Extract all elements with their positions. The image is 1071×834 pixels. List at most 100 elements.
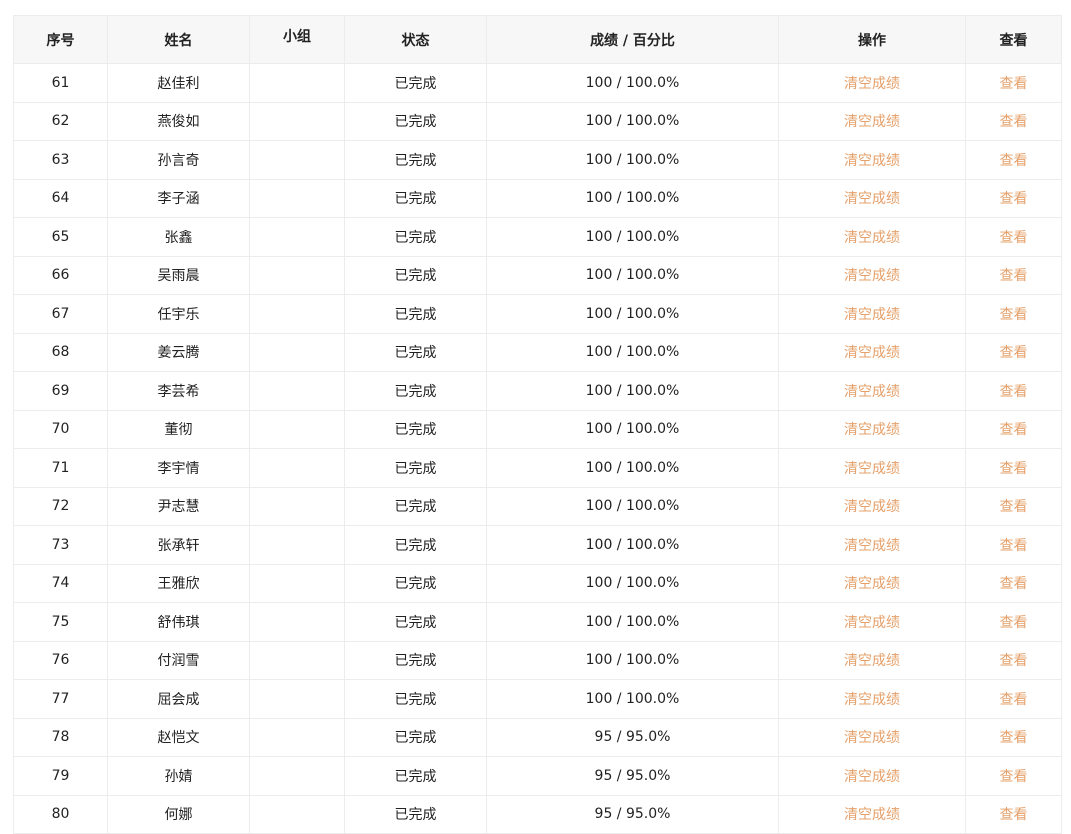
clear-score-button[interactable]: 清空成绩 (844, 692, 900, 708)
view-button[interactable]: 查看 (1000, 191, 1028, 207)
clear-score-button[interactable]: 清空成绩 (844, 807, 900, 823)
view-button-cell[interactable]: 查看 (965, 178, 1062, 218)
clear-score-button-cell[interactable]: 清空成绩 (778, 217, 966, 257)
clear-score-button[interactable]: 清空成绩 (844, 268, 900, 284)
view-button[interactable]: 查看 (1000, 692, 1028, 708)
view-button-cell[interactable]: 查看 (965, 371, 1062, 411)
clear-score-button[interactable]: 清空成绩 (844, 114, 900, 130)
clear-score-button[interactable]: 清空成绩 (844, 538, 900, 554)
row-index-cell: 66 (13, 255, 108, 295)
view-button[interactable]: 查看 (1000, 268, 1028, 284)
clear-score-button-cell[interactable]: 清空成绩 (778, 448, 966, 488)
view-button-cell[interactable]: 查看 (965, 640, 1062, 680)
table-row: 67 任宇乐 已完成 100 / 100.0% 清空成绩 查看 (13, 294, 1062, 334)
clear-score-button-cell[interactable]: 清空成绩 (778, 602, 966, 642)
view-button[interactable]: 查看 (1000, 538, 1028, 554)
view-button-cell[interactable]: 查看 (965, 63, 1062, 103)
row-group-cell (249, 371, 345, 411)
row-score-cell: 95 / 95.0% (486, 794, 779, 834)
view-button[interactable]: 查看 (1000, 461, 1028, 477)
row-status-cell: 已完成 (344, 563, 487, 603)
clear-score-button[interactable]: 清空成绩 (844, 230, 900, 246)
header-group[interactable]: 小组 (249, 15, 345, 64)
view-button[interactable]: 查看 (1000, 769, 1028, 785)
view-button[interactable]: 查看 (1000, 807, 1028, 823)
view-button-cell[interactable]: 查看 (965, 486, 1062, 526)
clear-score-button[interactable]: 清空成绩 (844, 576, 900, 592)
clear-score-button[interactable]: 清空成绩 (844, 191, 900, 207)
clear-score-button[interactable]: 清空成绩 (844, 345, 900, 361)
view-button-cell[interactable]: 查看 (965, 679, 1062, 719)
clear-score-button-cell[interactable]: 清空成绩 (778, 717, 966, 757)
row-score-cell: 100 / 100.0% (486, 332, 779, 372)
clear-score-button[interactable]: 清空成绩 (844, 307, 900, 323)
clear-score-button[interactable]: 清空成绩 (844, 615, 900, 631)
view-button-cell[interactable]: 查看 (965, 217, 1062, 257)
header-status[interactable]: 状态 (344, 15, 487, 64)
view-button-cell[interactable]: 查看 (965, 140, 1062, 180)
clear-score-button-cell[interactable]: 清空成绩 (778, 294, 966, 334)
view-button-cell[interactable]: 查看 (965, 101, 1062, 141)
clear-score-button-cell[interactable]: 清空成绩 (778, 525, 966, 565)
row-status-cell: 已完成 (344, 332, 487, 372)
clear-score-button-cell[interactable]: 清空成绩 (778, 101, 966, 141)
header-name[interactable]: 姓名 (107, 15, 250, 64)
clear-score-button[interactable]: 清空成绩 (844, 384, 900, 400)
clear-score-button-cell[interactable]: 清空成绩 (778, 640, 966, 680)
row-score-cell: 100 / 100.0% (486, 294, 779, 334)
view-button[interactable]: 查看 (1000, 307, 1028, 323)
view-button[interactable]: 查看 (1000, 114, 1028, 130)
view-button-cell[interactable]: 查看 (965, 756, 1062, 796)
clear-score-button-cell[interactable]: 清空成绩 (778, 486, 966, 526)
clear-score-button-cell[interactable]: 清空成绩 (778, 178, 966, 218)
view-button-cell[interactable]: 查看 (965, 294, 1062, 334)
clear-score-button[interactable]: 清空成绩 (844, 730, 900, 746)
view-button-cell[interactable]: 查看 (965, 525, 1062, 565)
row-index-cell: 68 (13, 332, 108, 372)
row-status-cell: 已完成 (344, 294, 487, 334)
clear-score-button[interactable]: 清空成绩 (844, 153, 900, 169)
clear-score-button[interactable]: 清空成绩 (844, 422, 900, 438)
view-button-cell[interactable]: 查看 (965, 602, 1062, 642)
view-button[interactable]: 查看 (1000, 76, 1028, 92)
table-row: 62 燕俊如 已完成 100 / 100.0% 清空成绩 查看 (13, 101, 1062, 141)
view-button-cell[interactable]: 查看 (965, 409, 1062, 449)
clear-score-button-cell[interactable]: 清空成绩 (778, 679, 966, 719)
clear-score-button[interactable]: 清空成绩 (844, 499, 900, 515)
view-button[interactable]: 查看 (1000, 230, 1028, 246)
header-score[interactable]: 成绩 / 百分比 (486, 15, 779, 64)
view-button[interactable]: 查看 (1000, 653, 1028, 669)
view-button[interactable]: 查看 (1000, 615, 1028, 631)
clear-score-button[interactable]: 清空成绩 (844, 769, 900, 785)
view-button[interactable]: 查看 (1000, 499, 1028, 515)
clear-score-button-cell[interactable]: 清空成绩 (778, 332, 966, 372)
row-status-cell: 已完成 (344, 63, 487, 103)
clear-score-button-cell[interactable]: 清空成绩 (778, 756, 966, 796)
view-button[interactable]: 查看 (1000, 576, 1028, 592)
view-button-cell[interactable]: 查看 (965, 717, 1062, 757)
clear-score-button-cell[interactable]: 清空成绩 (778, 140, 966, 180)
row-index-cell: 73 (13, 525, 108, 565)
clear-score-button[interactable]: 清空成绩 (844, 653, 900, 669)
view-button-cell[interactable]: 查看 (965, 448, 1062, 488)
view-button-cell[interactable]: 查看 (965, 332, 1062, 372)
view-button[interactable]: 查看 (1000, 422, 1028, 438)
clear-score-button-cell[interactable]: 清空成绩 (778, 63, 966, 103)
view-button[interactable]: 查看 (1000, 384, 1028, 400)
clear-score-button-cell[interactable]: 清空成绩 (778, 255, 966, 295)
clear-score-button-cell[interactable]: 清空成绩 (778, 371, 966, 411)
header-index[interactable]: 序号 (13, 15, 108, 64)
view-button-cell[interactable]: 查看 (965, 255, 1062, 295)
view-button[interactable]: 查看 (1000, 345, 1028, 361)
view-button[interactable]: 查看 (1000, 153, 1028, 169)
table-row: 78 赵恺文 已完成 95 / 95.0% 清空成绩 查看 (13, 717, 1062, 757)
clear-score-button-cell[interactable]: 清空成绩 (778, 409, 966, 449)
clear-score-button-cell[interactable]: 清空成绩 (778, 794, 966, 834)
view-button-cell[interactable]: 查看 (965, 563, 1062, 603)
view-button[interactable]: 查看 (1000, 730, 1028, 746)
clear-score-button-cell[interactable]: 清空成绩 (778, 563, 966, 603)
row-name-cell: 屈会成 (107, 679, 250, 719)
clear-score-button[interactable]: 清空成绩 (844, 76, 900, 92)
clear-score-button[interactable]: 清空成绩 (844, 461, 900, 477)
view-button-cell[interactable]: 查看 (965, 794, 1062, 834)
